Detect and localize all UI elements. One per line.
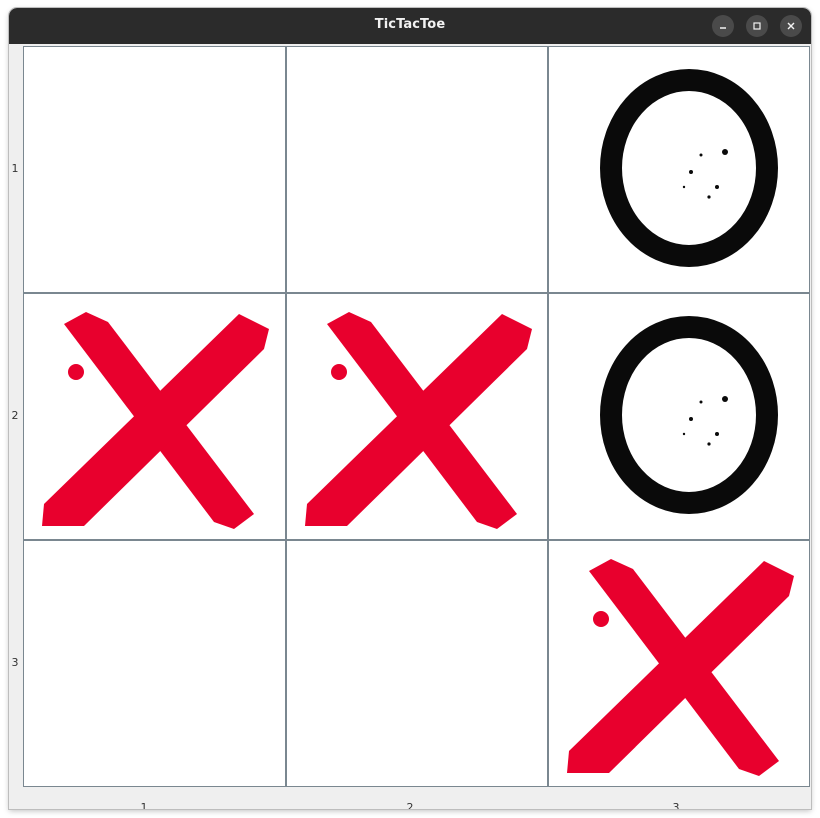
cell-r1-c1[interactable] [24, 47, 285, 292]
o-mark-icon [600, 69, 778, 267]
maximize-button[interactable] [746, 15, 768, 37]
cell-r3-c3[interactable] [549, 541, 809, 786]
cell-r2-c2[interactable] [287, 294, 547, 539]
cell-r3-c2[interactable] [287, 541, 547, 786]
o-mark-icon [600, 316, 778, 514]
grid-line-horizontal-1 [24, 292, 809, 294]
title-bar[interactable]: TicTacToe [9, 8, 811, 44]
grid-line-vertical-1 [285, 47, 287, 786]
tictactoe-window: TicTacToe 1 2 3 1 2 3 [9, 8, 811, 809]
cell-r1-c2[interactable] [287, 47, 547, 292]
cell-r3-c1[interactable] [24, 541, 285, 786]
cell-r2-c3[interactable] [549, 294, 809, 539]
row-label-1: 1 [11, 162, 19, 175]
maximize-icon [753, 22, 761, 30]
column-label-3: 3 [672, 801, 680, 809]
row-label-2: 2 [11, 409, 19, 422]
minimize-icon [720, 27, 726, 29]
game-panel: 1 2 3 1 2 3 [9, 44, 811, 809]
x-mark-icon [305, 312, 532, 529]
close-icon [787, 22, 795, 30]
column-label-1: 1 [140, 801, 148, 809]
game-board [23, 46, 810, 787]
column-label-2: 2 [406, 801, 414, 809]
grid-line-horizontal-2 [24, 539, 809, 541]
grid-line-vertical-2 [547, 47, 549, 786]
x-mark-icon [42, 312, 269, 529]
window-title: TicTacToe [374, 17, 446, 32]
close-button[interactable] [780, 15, 802, 37]
row-label-3: 3 [11, 656, 19, 669]
cell-r2-c1[interactable] [24, 294, 285, 539]
x-mark-icon [567, 559, 794, 776]
cell-r1-c3[interactable] [549, 47, 809, 292]
minimize-button[interactable] [712, 15, 734, 37]
